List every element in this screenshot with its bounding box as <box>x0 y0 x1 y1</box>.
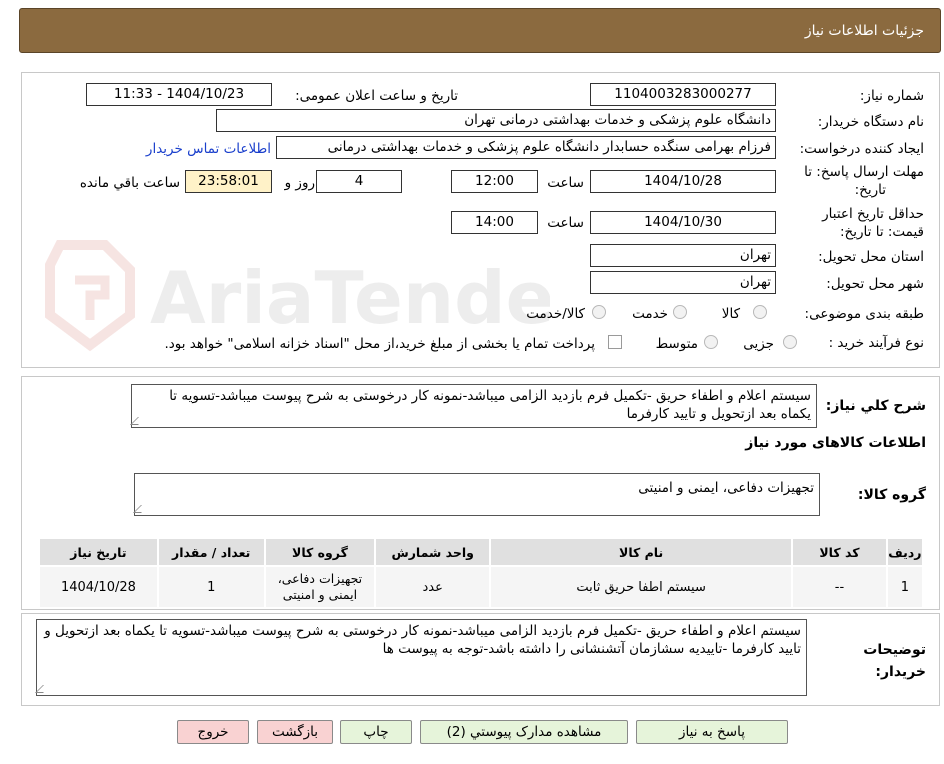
buyer-contact-link[interactable]: اطلاعات تماس خریدار <box>146 141 271 157</box>
cell-name: سیستم اطفا حریق ثابت <box>489 565 794 609</box>
city-label: شهر محل تحویل: <box>826 276 924 292</box>
buyer-notes-text: سیستم اعلام و اطفاء حریق -تکمیل فرم بازد… <box>44 623 801 657</box>
process-label: نوع فرآیند خرید : <box>828 335 924 351</box>
need-number-label: شماره نیاز: <box>859 88 924 104</box>
treasury-payment-note: پرداخت تمام یا بخشی از مبلغ خرید،از محل … <box>164 336 595 352</box>
countdown-field: 23:58:01 <box>185 170 272 193</box>
summary-textarea[interactable]: سیستم اعلام و اطفاء حریق -تکمیل فرم بازد… <box>130 384 817 428</box>
resize-grip-icon[interactable] <box>130 417 146 425</box>
col-name: نام کالا <box>489 537 794 567</box>
days-remaining-field: 4 <box>316 170 402 193</box>
deadline-time-field: 12:00 <box>451 170 538 193</box>
cell-row: 1 <box>885 565 925 609</box>
cell-unit: عدد <box>374 565 492 609</box>
category-goods-radio[interactable] <box>753 305 767 319</box>
resize-grip-icon[interactable] <box>133 505 149 513</box>
category-service-radio[interactable] <box>673 305 687 319</box>
province-label: استان محل تحویل: <box>818 249 924 265</box>
deadline-time-label: ساعت <box>547 175 584 191</box>
view-attachments-button[interactable]: مشاهده مدارک پیوستي (2) <box>420 720 628 744</box>
process-minor-radio[interactable] <box>783 335 797 349</box>
days-label: روز و <box>284 175 315 191</box>
treasury-payment-checkbox[interactable] <box>608 335 622 349</box>
process-minor-label: جزیی <box>743 336 774 352</box>
goods-section-title: اطلاعات کالاهای مورد نیاز <box>745 435 926 451</box>
category-both-radio[interactable] <box>592 305 606 319</box>
page-title: جزئیات اطلاعات نیاز <box>804 23 924 39</box>
goods-group-text: تجهیزات دفاعی، ایمنی و امنیتی <box>638 480 814 496</box>
category-goods-label: کالا <box>721 306 740 322</box>
cell-date: 1404/10/28 <box>38 565 159 609</box>
buyer-notes-textarea[interactable]: سیستم اعلام و اطفاء حریق -تکمیل فرم بازد… <box>35 619 807 696</box>
goods-table-header: ردیف کد کالا نام کالا واحد شمارش گروه کا… <box>38 537 925 567</box>
city-field: تهران <box>590 271 776 294</box>
announce-field: 1404/10/23 - 11:33 <box>86 83 272 106</box>
deadline-date-field: 1404/10/28 <box>590 170 776 193</box>
announce-label: تاریخ و ساعت اعلان عمومی: <box>295 88 458 104</box>
summary-text: سیستم اعلام و اطفاء حریق -تکمیل فرم بازد… <box>169 388 811 422</box>
validity-label-2: قیمت: تا تاریخ: <box>840 224 924 240</box>
summary-label: شرح کلي نیاز: <box>825 398 926 414</box>
goods-table: ردیف کد کالا نام کالا واحد شمارش گروه کا… <box>38 537 925 609</box>
requester-field: فرزام بهرامی سنگده حسابدار دانشگاه علوم … <box>276 136 776 159</box>
back-button[interactable]: بازگشت <box>257 720 333 744</box>
validity-time-field: 14:00 <box>451 211 538 234</box>
requester-label: ایجاد کننده درخواست: <box>799 141 924 157</box>
table-row: 1 -- سیستم اطفا حریق ثابت عدد تجهیزات دف… <box>38 565 925 609</box>
process-medium-radio[interactable] <box>704 335 718 349</box>
validity-time-label: ساعت <box>547 215 584 231</box>
deadline-label-2: تاریخ: <box>854 182 886 198</box>
col-qty: تعداد / مقدار <box>156 537 266 567</box>
buyer-notes-label: توضیحات خریدار: <box>863 642 926 680</box>
remaining-label: ساعت باقي مانده <box>79 175 180 191</box>
col-date: تاریخ نیاز <box>38 537 159 567</box>
resize-grip-icon[interactable] <box>35 685 51 693</box>
category-label: طبقه بندی موضوعی: <box>804 306 924 322</box>
goods-group-textarea[interactable]: تجهیزات دفاعی، ایمنی و امنیتی <box>133 473 820 516</box>
exit-button[interactable]: خروج <box>177 720 249 744</box>
province-field: تهران <box>590 244 776 267</box>
print-button[interactable]: چاپ <box>340 720 412 744</box>
need-number-field: 1104003283000277 <box>590 83 776 106</box>
cell-qty: 1 <box>156 565 266 609</box>
buyer-org-label: نام دستگاه خریدار: <box>817 114 924 130</box>
page-header: جزئیات اطلاعات نیاز <box>19 8 941 53</box>
col-unit: واحد شمارش <box>374 537 492 567</box>
svg-text:AriaTender.neT: AriaTender.neT <box>150 256 550 340</box>
goods-group-label: گروه کالا: <box>857 487 926 503</box>
category-both-label: کالا/خدمت <box>526 306 585 322</box>
process-medium-label: متوسط <box>655 336 698 352</box>
validity-date-field: 1404/10/30 <box>590 211 776 234</box>
col-row: ردیف <box>885 537 925 567</box>
col-code: کد کالا <box>791 537 888 567</box>
category-service-label: خدمت <box>632 306 668 322</box>
cell-code: -- <box>791 565 888 609</box>
col-group: گروه کالا <box>263 537 377 567</box>
reply-button[interactable]: پاسخ به نیاز <box>636 720 788 744</box>
buyer-org-field: دانشگاه علوم پزشکی و خدمات بهداشتی درمان… <box>216 109 776 132</box>
cell-group: تجهیزات دفاعی، ایمنی و امنیتی <box>263 565 377 609</box>
deadline-label: مهلت ارسال پاسخ: تا <box>804 164 924 180</box>
validity-label: حداقل تاریخ اعتبار <box>822 206 924 222</box>
